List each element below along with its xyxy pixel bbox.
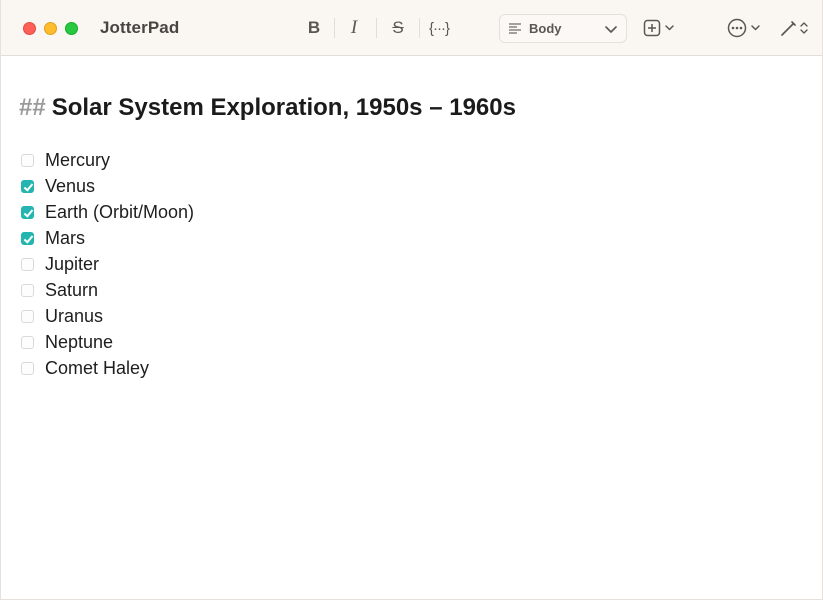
plus-square-icon <box>643 19 674 37</box>
task-checkbox[interactable] <box>21 283 34 297</box>
app-window: JotterPad B I S {···} Body ## Solar Syst… <box>0 0 823 600</box>
task-label[interactable]: Mercury <box>45 150 110 171</box>
task-checkbox[interactable] <box>21 309 34 323</box>
minimize-window-button[interactable] <box>44 22 57 35</box>
task-item: Comet Haley <box>21 355 194 381</box>
task-label[interactable]: Jupiter <box>45 254 99 275</box>
task-checkbox[interactable] <box>21 361 34 375</box>
toolbar-divider <box>334 18 335 38</box>
task-label[interactable]: Neptune <box>45 332 113 353</box>
task-checkbox[interactable] <box>21 179 34 193</box>
task-item: Uranus <box>21 303 194 329</box>
task-item: Neptune <box>21 329 194 355</box>
task-list: Mercury Venus Earth (Orbit/Moon) Mars Jupite… <box>21 147 194 381</box>
maximize-window-button[interactable] <box>65 22 78 35</box>
insert-button[interactable] <box>643 14 677 42</box>
task-item: Venus <box>21 173 194 199</box>
task-item: Earth (Orbit/Moon) <box>21 199 194 225</box>
paragraph-style-value: Body <box>529 21 562 36</box>
task-item: Mercury <box>21 147 194 173</box>
text-align-left-icon <box>509 23 521 34</box>
app-title: JotterPad <box>100 18 180 37</box>
task-checkbox[interactable] <box>21 335 34 349</box>
heading-marker: ## <box>19 94 46 121</box>
heading-text: Solar System Exploration, 1950s – 1960s <box>51 94 516 121</box>
chevron-down-icon <box>605 26 617 33</box>
pen-icon <box>781 21 808 36</box>
document-heading[interactable]: ## Solar System Exploration, 1950s – 1960… <box>19 94 516 122</box>
toolbar-divider <box>419 18 420 38</box>
task-item: Mars <box>21 225 194 251</box>
ellipsis-circle-icon <box>727 18 760 38</box>
code-button[interactable]: {···} <box>425 14 453 42</box>
task-item: Jupiter <box>21 251 194 277</box>
task-checkbox[interactable] <box>21 205 34 219</box>
task-label[interactable]: Uranus <box>45 306 103 327</box>
task-item: Saturn <box>21 277 194 303</box>
pen-button[interactable] <box>778 14 812 42</box>
paragraph-style-select[interactable]: Body <box>499 14 627 43</box>
italic-button[interactable]: I <box>343 14 365 42</box>
more-options-button[interactable] <box>727 14 763 42</box>
strikethrough-button[interactable]: S <box>387 14 409 42</box>
task-label[interactable]: Mars <box>45 228 85 249</box>
bold-button[interactable]: B <box>303 14 325 42</box>
titlebar: JotterPad B I S {···} Body <box>1 0 822 56</box>
task-checkbox[interactable] <box>21 257 34 271</box>
task-checkbox[interactable] <box>21 153 34 167</box>
task-checkbox[interactable] <box>21 231 34 245</box>
toolbar-divider <box>376 18 377 38</box>
task-label[interactable]: Comet Haley <box>45 358 149 379</box>
task-label[interactable]: Earth (Orbit/Moon) <box>45 202 194 223</box>
task-label[interactable]: Saturn <box>45 280 98 301</box>
document-editor[interactable]: ## Solar System Exploration, 1950s – 1960… <box>1 57 822 598</box>
close-window-button[interactable] <box>23 22 36 35</box>
task-label[interactable]: Venus <box>45 176 95 197</box>
